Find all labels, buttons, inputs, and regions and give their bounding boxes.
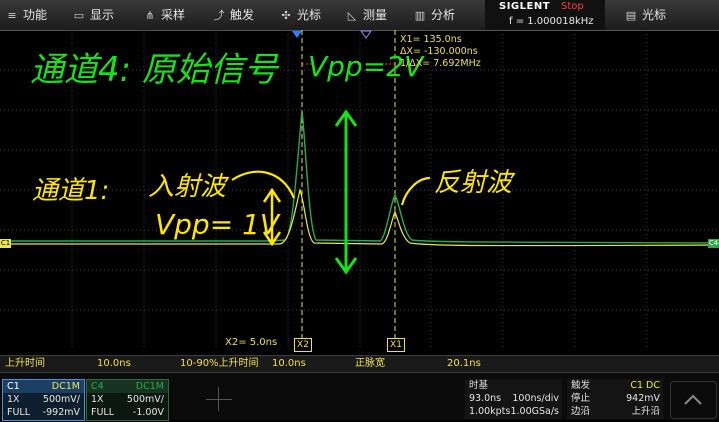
meas-rise-1090-label: 10-90%上升时间 — [180, 358, 259, 369]
trigger-type: 边沿 — [571, 406, 591, 417]
ch4-coupling: DC1M — [135, 381, 164, 392]
display-icon: ▭ — [73, 9, 85, 22]
timebase-memory: 1.00kpts — [469, 406, 511, 417]
ch4-id: C4 — [91, 381, 104, 392]
ch4-probe: 1X — [91, 394, 104, 405]
analysis-icon: ▥ — [414, 9, 426, 22]
trigger-slope: 上升沿 — [631, 406, 660, 417]
menu-display[interactable]: ▭ 显示 — [73, 0, 114, 30]
ch4-offset-marker[interactable]: C4 — [708, 239, 719, 248]
trigger-mode: 停止 — [571, 393, 591, 404]
menu-function[interactable]: ≡ 功能 — [6, 0, 47, 30]
meas-pos-width-label: 正脉宽 — [355, 358, 385, 369]
ch4-offset: -1.00V — [132, 407, 164, 418]
annotation-ch1-label: 通道1: — [32, 176, 110, 206]
menu-acquire[interactable]: ⋔ 采样 — [144, 0, 185, 30]
time-reference-marker — [360, 30, 372, 39]
cursor-x2-tag[interactable]: X2 — [294, 338, 312, 352]
timebase-delay: 93.0ns — [469, 393, 502, 404]
trigger-source: C1 DC — [630, 380, 660, 391]
status-panel: C1 DC1M 1X 500mV/ FULL -992mV C4 DC1M 1X… — [0, 373, 719, 421]
menu-cursor[interactable]: ✣ 光标 — [280, 0, 321, 30]
ch1-info-box[interactable]: C1 DC1M 1X 500mV/ FULL -992mV — [2, 379, 85, 421]
cursor-inverse-delta-value: 1/ΔX= 7.692MHz — [400, 58, 481, 69]
annotation-ch1-vpp: Vpp= 1V — [155, 208, 280, 241]
utility-button[interactable] — [670, 381, 717, 419]
trigger-panel[interactable]: 触发 C1 DC 停止 942mV 边沿 上升沿 — [567, 379, 663, 419]
timebase-panel[interactable]: 时基 93.0ns 100ns/div 1.00kpts 1.00GSa/s — [465, 379, 562, 419]
cursor-readout: X1= 135.0ns ΔX= -130.000ns 1/ΔX= 7.692MH… — [400, 34, 481, 70]
chevron-icon — [684, 394, 702, 405]
add-channel-button[interactable] — [190, 387, 250, 411]
trigger-position-marker[interactable] — [292, 31, 302, 38]
menu-analysis[interactable]: ▥ 分析 — [414, 0, 455, 30]
ch4-scale: 500mV/ — [126, 394, 164, 405]
ch1-bandwidth: FULL — [7, 407, 31, 418]
meas-rise-time-label: 上升时间 — [5, 358, 45, 369]
cursor-x1-value: X1= 135.0ns — [400, 34, 462, 45]
trigger-level: 942mV — [626, 393, 660, 404]
cursor-icon: ✣ — [281, 9, 291, 22]
cursor-x1-tag[interactable]: X1 — [387, 338, 405, 352]
menu-cursor-right[interactable]: ▤ 光标 — [625, 0, 666, 30]
annotation-incident: 入射波 — [148, 172, 227, 202]
annotation-ch4-title: 通道4: 原始信号 — [30, 50, 278, 90]
cursor-menu-icon: ▤ — [625, 9, 637, 22]
frequency-counter: f = 1.000018kHz — [509, 16, 594, 27]
function-icon: ≡ — [7, 9, 17, 22]
cursor-delta-value: ΔX= -130.000ns — [400, 46, 478, 57]
reflected-pointer — [400, 176, 431, 206]
run-state: Stop — [561, 1, 584, 12]
menu-measure[interactable]: ◺ 测量 — [346, 0, 387, 30]
meas-pos-width-value: 20.1ns — [447, 358, 481, 369]
menu-trigger[interactable]: ⤴ 触发 — [213, 0, 255, 30]
ch1-offset-marker[interactable]: C1 — [0, 239, 11, 248]
timebase-sample-rate: 1.00GSa/s — [510, 406, 559, 417]
trigger-label: 触发 — [571, 380, 591, 391]
ch1-offset: -992mV — [42, 407, 80, 418]
measure-icon: ◺ — [347, 9, 357, 22]
trigger-icon: ⤴ — [213, 9, 225, 22]
ch1-probe: 1X — [7, 394, 20, 405]
menu-bar: ≡ 功能 ▭ 显示 ⋔ 采样 ⤴ 触发 ✣ 光标 ◺ 测量 ▥ 分析 SIGLENT Stop… — [0, 0, 719, 31]
acquire-icon: ⋔ — [145, 9, 155, 22]
ch1-coupling: DC1M — [51, 381, 80, 392]
meas-rise-1090-value: 10.0ns — [272, 358, 306, 369]
cursor-x2-value: X2= 5.0ns — [225, 337, 278, 348]
ch4-info-box[interactable]: C4 DC1M 1X 500mV/ FULL -1.00V — [86, 379, 169, 421]
ch1-id: C1 — [7, 381, 20, 392]
ch1-scale: 500mV/ — [42, 394, 80, 405]
brand-logo: SIGLENT — [499, 1, 551, 12]
timebase-label: 时基 — [469, 380, 489, 391]
annotation-reflected: 反射波 — [434, 168, 513, 198]
meas-rise-time-value: 10.0ns — [97, 358, 131, 369]
ch4-bandwidth: FULL — [91, 407, 115, 418]
measurement-bar: 上升时间 10.0ns 10-90%上升时间 10.0ns 正脉宽 20.1ns — [0, 355, 719, 373]
incident-pointer — [231, 170, 296, 199]
instrument-status: SIGLENT Stop f = 1.000018kHz — [485, 0, 605, 30]
timebase-scale: 100ns/div — [512, 393, 559, 404]
